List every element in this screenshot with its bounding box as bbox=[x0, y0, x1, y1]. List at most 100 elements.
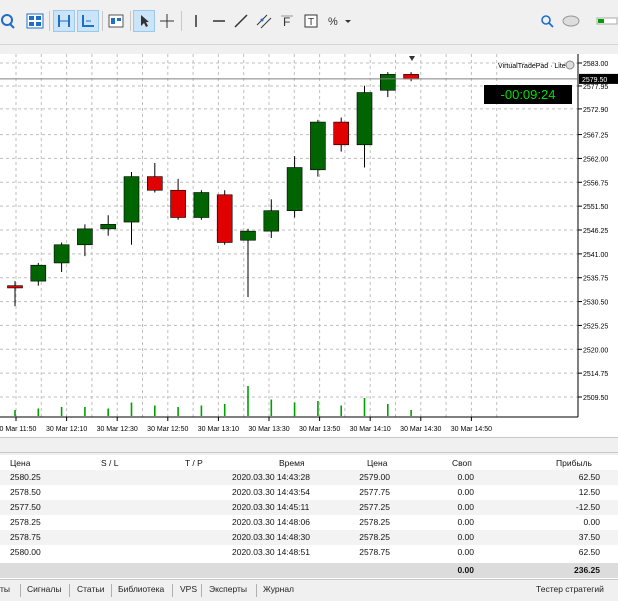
candle-body bbox=[333, 121, 350, 146]
header-time: Время bbox=[279, 458, 305, 468]
symbol-label: VirtualTradePad · Lite bbox=[498, 63, 566, 70]
time-tick-label: 30 Mar 12:10 bbox=[46, 426, 87, 433]
candle-body bbox=[403, 74, 419, 80]
time-tick-label: 30 Mar 13:50 bbox=[299, 426, 340, 433]
cell-profit: 0.00 bbox=[583, 517, 600, 527]
text-tool-icon[interactable]: T bbox=[300, 10, 322, 32]
cell-time: 2020.03.30 14:45:11 bbox=[232, 502, 310, 512]
svg-text:F: F bbox=[283, 15, 290, 29]
chart-shift-icon[interactable] bbox=[53, 10, 75, 32]
table-row[interactable]: 2580.25 2020.03.30 14:43:28 2579.00 0.00 62.… bbox=[0, 470, 618, 485]
tab-articles[interactable]: Статьи bbox=[77, 584, 105, 594]
trades-table: Цена S / L T / P Время Цена Своп Прибыль… bbox=[0, 455, 618, 579]
shapes-dropdown-icon[interactable]: % bbox=[326, 10, 354, 32]
price-tick-label: 2514.75 bbox=[583, 371, 608, 378]
table-row[interactable]: 2580.00 2020.03.30 14:48:51 2578.75 0.00 62.… bbox=[0, 545, 618, 560]
candle-body bbox=[240, 230, 256, 241]
header-price2: Цена bbox=[367, 458, 388, 468]
vertical-line-icon[interactable] bbox=[185, 10, 207, 32]
price-tick-label: 2556.75 bbox=[583, 180, 608, 187]
cell-profit: 62.50 bbox=[578, 547, 600, 557]
cell-time: 2020.03.30 14:43:28 bbox=[232, 472, 310, 482]
cell-profit: -12.50 bbox=[575, 502, 600, 512]
candle-body bbox=[53, 244, 70, 264]
crosshair-icon[interactable] bbox=[156, 10, 178, 32]
time-tick-label: 30 Mar 14:50 bbox=[451, 426, 492, 433]
auto-scroll-icon[interactable] bbox=[77, 10, 99, 32]
tab-signals[interactable]: Сигналы bbox=[27, 584, 61, 594]
price-tick-label: 2525.25 bbox=[583, 323, 608, 330]
zoom-out-icon[interactable] bbox=[0, 10, 18, 32]
fibonacci-icon[interactable]: F bbox=[276, 10, 298, 32]
trendline-icon[interactable] bbox=[230, 10, 252, 32]
price-tick-label: 2577.95 bbox=[583, 84, 608, 91]
candle-body bbox=[356, 92, 373, 146]
toolbar: F T % bbox=[0, 0, 618, 45]
templates-icon[interactable] bbox=[105, 10, 127, 32]
price-tick-label: 2583.00 bbox=[583, 61, 608, 68]
price-chart[interactable]: 2583.00 2577.95 2572.90 2567.25 2562.00 2556.… bbox=[0, 54, 618, 437]
cell-price2: 2578.25 bbox=[359, 532, 390, 542]
candle-body bbox=[286, 167, 303, 211]
price-tick-label: 2535.75 bbox=[583, 276, 608, 283]
cell-price2: 2578.75 bbox=[359, 547, 390, 557]
horizontal-line-icon[interactable] bbox=[208, 10, 230, 32]
cell-time: 2020.03.30 14:48:06 bbox=[232, 517, 310, 527]
panel-splitter[interactable] bbox=[0, 437, 618, 453]
timer-text: -00:09:24 bbox=[501, 87, 556, 102]
cell-swap: 0.00 bbox=[457, 487, 474, 497]
cell-time: 2020.03.30 14:43:54 bbox=[232, 487, 310, 497]
tab-vps[interactable]: VPS bbox=[180, 584, 197, 594]
tab-experts[interactable]: Эксперты bbox=[209, 584, 247, 594]
svg-text:T: T bbox=[308, 17, 314, 28]
tab-library[interactable]: Библиотека bbox=[118, 584, 164, 594]
candle-body bbox=[100, 224, 116, 230]
candle-body bbox=[193, 192, 210, 218]
candle-body bbox=[7, 285, 23, 289]
cursor-icon[interactable] bbox=[133, 10, 155, 32]
candle-body bbox=[147, 176, 163, 191]
cell-profit: 62.50 bbox=[578, 472, 600, 482]
total-profit: 236.25 bbox=[574, 565, 600, 575]
candle-body bbox=[77, 228, 93, 246]
table-row[interactable]: 2577.50 2020.03.30 14:45:11 2577.25 0.00 -12… bbox=[0, 500, 618, 515]
tab-journal[interactable]: Журнал bbox=[263, 584, 294, 594]
price-tick-label: 2541.00 bbox=[583, 252, 608, 259]
time-tick-label: 30 Mar 12:30 bbox=[97, 426, 138, 433]
time-tick-label: 30 Mar 14:10 bbox=[350, 426, 391, 433]
cell-swap: 0.00 bbox=[457, 502, 474, 512]
chat-icon[interactable] bbox=[561, 10, 581, 32]
tile-windows-icon[interactable] bbox=[24, 10, 46, 32]
candle-body bbox=[216, 194, 233, 243]
strategy-tester-tab[interactable]: Тестер стратегий bbox=[536, 584, 604, 594]
header-swap: Своп bbox=[452, 458, 472, 468]
cell-price: 2578.75 bbox=[10, 532, 41, 542]
current-price-label: 2579.50 bbox=[582, 77, 607, 84]
table-total-row: 0.00 236.25 bbox=[0, 563, 618, 578]
price-tick-label: 2530.50 bbox=[583, 300, 608, 307]
candle-body bbox=[30, 264, 47, 282]
header-profit: Прибыль bbox=[556, 458, 592, 468]
cell-price2: 2579.00 bbox=[359, 472, 390, 482]
cell-price2: 2577.25 bbox=[359, 502, 390, 512]
time-tick-label: 30 Mar 11:50 bbox=[0, 426, 36, 433]
candle-body bbox=[170, 189, 186, 218]
table-row[interactable]: 2578.50 2020.03.30 14:43:54 2577.75 0.00 12.… bbox=[0, 485, 618, 500]
price-tick-label: 2567.25 bbox=[583, 133, 608, 140]
price-tick-label: 2551.50 bbox=[583, 204, 608, 211]
total-swap: 0.00 bbox=[457, 565, 474, 575]
tab-trade[interactable]: ты bbox=[0, 584, 10, 594]
time-tick-label: 30 Mar 13:30 bbox=[248, 426, 289, 433]
cell-profit: 12.50 bbox=[578, 487, 600, 497]
search-icon[interactable] bbox=[536, 10, 558, 32]
time-tick-label: 30 Mar 12:50 bbox=[147, 426, 188, 433]
cell-swap: 0.00 bbox=[457, 532, 474, 542]
cell-price: 2577.50 bbox=[10, 502, 41, 512]
table-row[interactable]: 2578.75 2020.03.30 14:48:30 2578.25 0.00 37.… bbox=[0, 530, 618, 545]
settings-icon bbox=[565, 60, 575, 70]
cell-swap: 0.00 bbox=[457, 547, 474, 557]
channel-icon[interactable] bbox=[253, 10, 275, 32]
table-row[interactable]: 2578.25 2020.03.30 14:48:06 2578.25 0.00 0.0… bbox=[0, 515, 618, 530]
candle-body bbox=[123, 176, 140, 223]
cell-swap: 0.00 bbox=[457, 472, 474, 482]
